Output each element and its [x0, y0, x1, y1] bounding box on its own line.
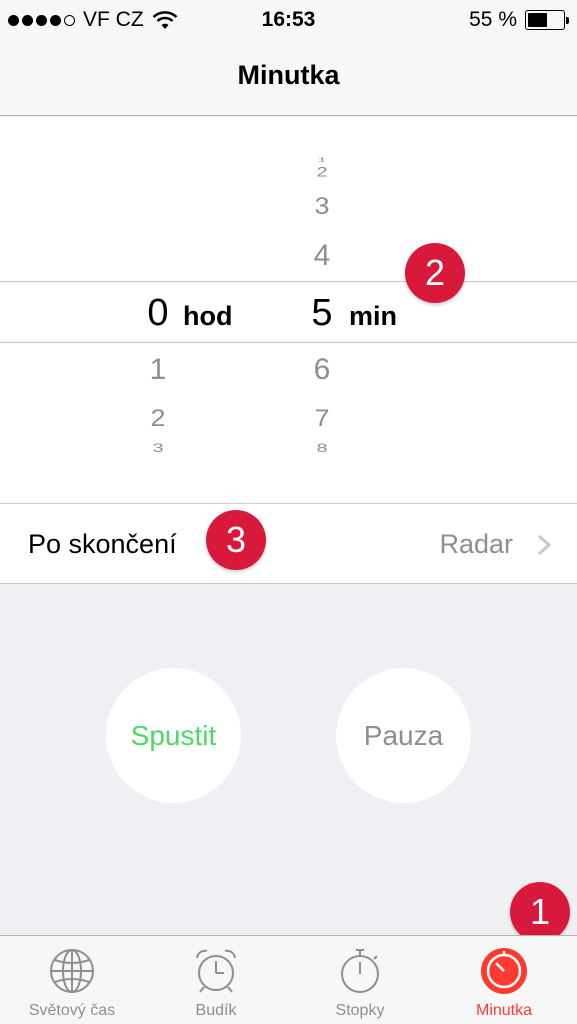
minute-option[interactable]: 2 [302, 164, 342, 180]
tab-label: Budík [195, 1002, 237, 1019]
annotation-badge-2: 2 [405, 243, 465, 303]
when-timer-ends-row[interactable]: Po skončení Radar [0, 504, 577, 584]
annotation-badge-3: 3 [206, 510, 266, 570]
start-button[interactable]: Spustit [106, 668, 241, 803]
sound-value: Radar [439, 529, 513, 559]
status-bar: VF CZ 16:53 55 % [0, 0, 577, 40]
minute-option[interactable]: 8 [302, 442, 342, 456]
chevron-right-icon [537, 534, 551, 556]
page-title: Minutka [237, 60, 340, 90]
annotation-badge-1: 1 [510, 882, 570, 942]
hour-unit-label: hod [183, 301, 233, 331]
picker-selection-band [0, 281, 577, 343]
minute-option[interactable]: 4 [302, 239, 342, 273]
alarm-clock-icon [196, 949, 236, 993]
minute-option[interactable]: 7 [302, 405, 342, 433]
tab-world-clock[interactable]: Světový čas [0, 936, 144, 1024]
minute-option[interactable]: 6 [302, 353, 342, 387]
stopwatch-icon [341, 949, 379, 993]
hour-option[interactable]: 3 [138, 442, 178, 456]
status-right: 55 % [469, 8, 569, 32]
hour-selected[interactable]: 0 [138, 292, 178, 335]
tab-label: Minutka [475, 1002, 533, 1019]
globe-icon [50, 949, 94, 993]
battery-percent: 55 % [469, 8, 517, 31]
tab-stopwatch[interactable]: Stopky [288, 936, 432, 1024]
pause-button[interactable]: Pauza [336, 668, 471, 803]
tab-bar: Světový čas Budík Stopky Minutka [0, 935, 577, 1024]
hour-option[interactable]: 1 [138, 353, 178, 387]
when-timer-ends-label: Po skončení [28, 529, 177, 559]
minute-selected[interactable]: 5 [302, 292, 342, 335]
minute-unit-label: min [349, 301, 398, 331]
tab-alarm[interactable]: Budík [144, 936, 288, 1024]
tab-label: Stopky [335, 1002, 385, 1019]
hour-option[interactable]: 2 [138, 405, 178, 433]
minute-option[interactable]: 1 [302, 157, 342, 163]
tab-label: Světový čas [28, 1002, 116, 1019]
battery-fill [528, 13, 547, 27]
minute-option[interactable]: 3 [302, 193, 342, 221]
navigation-bar: Minutka [0, 40, 577, 116]
tab-timer[interactable]: Minutka [432, 936, 576, 1024]
battery-icon [525, 10, 569, 30]
time-picker[interactable]: 1 2 3 4 0 hod 5 min 1 2 3 6 7 8 [0, 117, 577, 504]
timer-icon [481, 948, 527, 994]
